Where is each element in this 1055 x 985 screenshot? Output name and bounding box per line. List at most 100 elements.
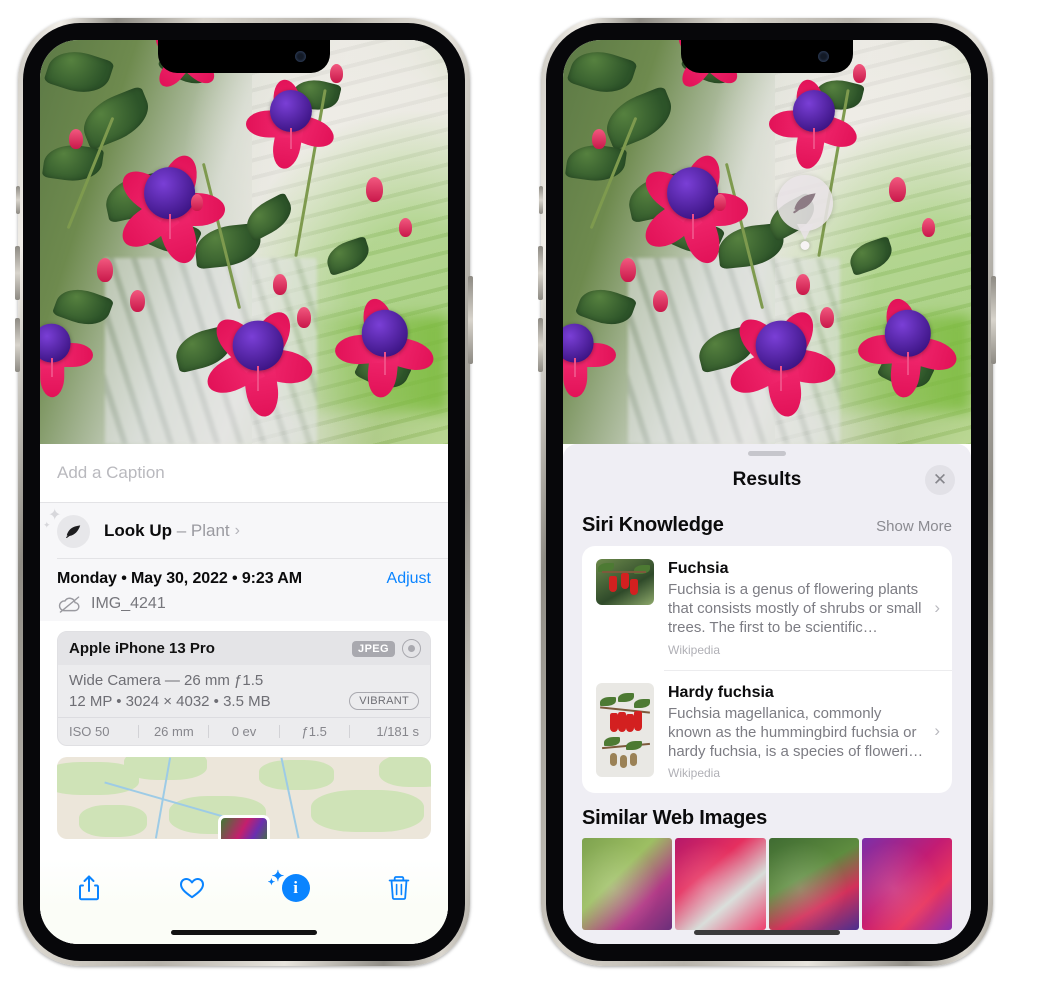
web-image-thumbnail[interactable] xyxy=(861,838,952,931)
look-up-row[interactable]: ✦ ✦ Look Up – Plant › xyxy=(40,503,448,559)
divider xyxy=(57,558,448,559)
location-map[interactable] xyxy=(57,757,431,839)
photo-bud xyxy=(713,193,726,211)
right-iphone-device: Results ✕ Siri Knowledge Show More Fuchs… xyxy=(538,18,996,966)
web-image-thumbnail[interactable] xyxy=(675,838,766,931)
similar-web-images-strip xyxy=(563,838,971,931)
look-up-subject: Plant xyxy=(190,521,230,540)
look-up-title: Look Up xyxy=(104,521,172,540)
results-sheet: Results ✕ Siri Knowledge Show More Fuchs… xyxy=(563,444,971,944)
photo-fuchsia-plant[interactable] xyxy=(563,40,971,444)
knowledge-source: Wikipedia xyxy=(668,642,721,657)
info-button[interactable]: ✦ ✦ i xyxy=(268,868,319,908)
adjust-button[interactable]: Adjust xyxy=(387,570,431,588)
photo-bud xyxy=(620,258,637,283)
knowledge-row[interactable]: Hardy fuchsia Fuchsia magellanica, commo… xyxy=(582,669,952,794)
caption-input[interactable]: Add a Caption xyxy=(40,444,448,502)
front-camera-icon xyxy=(818,51,829,62)
show-more-button[interactable]: Show More xyxy=(876,518,952,535)
left-screen: Add a Caption ✦ ✦ Look Up – Plant › Mond… xyxy=(40,40,448,944)
photo-bud xyxy=(97,258,114,283)
photo-bud xyxy=(366,177,384,203)
photo-filename: IMG_4241 xyxy=(91,595,166,612)
left-iphone-device: Add a Caption ✦ ✦ Look Up – Plant › Mond… xyxy=(15,18,473,966)
photo-bud xyxy=(68,128,83,149)
photo-bud xyxy=(190,193,203,211)
photo-fuchsia-plant[interactable] xyxy=(40,40,448,444)
volume-up-button[interactable] xyxy=(538,246,543,300)
photo-bud xyxy=(272,274,287,296)
silent-switch[interactable] xyxy=(539,186,543,214)
siri-knowledge-card: Fuchsia Fuchsia is a genus of flowering … xyxy=(582,546,952,794)
knowledge-title: Hardy fuchsia xyxy=(668,683,774,701)
info-sparkle-icon: ✦ ✦ i xyxy=(268,869,310,902)
exif-shutter: 1/181 s xyxy=(376,724,420,739)
notch xyxy=(158,40,330,73)
vibrant-badge: VIBRANT xyxy=(349,692,419,710)
pin-anchor-dot xyxy=(800,241,810,250)
power-button[interactable] xyxy=(991,276,996,364)
home-indicator[interactable] xyxy=(694,930,840,935)
photo-bud xyxy=(852,64,866,84)
photo-info-sheet: Add a Caption ✦ ✦ Look Up – Plant › Mond… xyxy=(40,444,448,944)
results-title: Results xyxy=(732,469,802,490)
photo-bud xyxy=(329,64,343,84)
photo-flower xyxy=(768,72,862,172)
exif-aperture: ƒ1.5 xyxy=(301,724,327,739)
close-icon[interactable]: ✕ xyxy=(925,465,955,495)
favorite-button[interactable] xyxy=(169,868,215,908)
photo-date: Monday • May 30, 2022 • 9:23 AM xyxy=(57,570,302,587)
right-screen: Results ✕ Siri Knowledge Show More Fuchs… xyxy=(563,40,971,944)
photo-flower xyxy=(334,290,437,400)
exif-card[interactable]: Apple iPhone 13 Pro JPEG Wide Camera — 2… xyxy=(57,631,431,746)
chevron-right-icon: › xyxy=(934,721,940,741)
web-image-thumbnail[interactable] xyxy=(768,838,859,931)
photo-bud xyxy=(889,177,907,203)
sparkle-icon: ✦ xyxy=(267,877,276,887)
pin-tail xyxy=(797,224,813,240)
photo-bud xyxy=(652,290,668,313)
siri-knowledge-header: Siri Knowledge Show More xyxy=(563,504,971,546)
photo-bud xyxy=(297,306,312,328)
photo-bud xyxy=(591,128,606,149)
notch xyxy=(681,40,853,73)
map-photo-pin xyxy=(218,815,270,839)
info-glyph: i xyxy=(293,878,299,897)
camera-device-name: Apple iPhone 13 Pro xyxy=(69,640,215,657)
section-title-similar-web-images: Similar Web Images xyxy=(582,807,767,830)
knowledge-source: Wikipedia xyxy=(668,766,721,781)
chevron-right-icon: › xyxy=(934,597,940,617)
power-button[interactable] xyxy=(468,276,473,364)
share-button[interactable] xyxy=(66,868,112,908)
volume-up-button[interactable] xyxy=(15,246,20,300)
exif-stats-row: ISO 50 26 mm 0 ev ƒ1.5 1/181 s xyxy=(58,717,430,745)
knowledge-text: Hardy fuchsia Fuchsia magellanica, commo… xyxy=(668,683,932,781)
knowledge-title: Fuchsia xyxy=(668,560,729,577)
leaf-icon xyxy=(777,175,833,231)
look-up-label: Look Up – Plant xyxy=(104,521,230,541)
photo-flower xyxy=(114,145,226,268)
section-title-siri-knowledge: Siri Knowledge xyxy=(582,514,724,536)
knowledge-thumbnail xyxy=(596,682,654,777)
photo-bud xyxy=(795,274,810,296)
chevron-right-icon: › xyxy=(234,522,240,539)
silent-switch[interactable] xyxy=(16,186,20,214)
sparkle-icon: ✦ xyxy=(43,519,51,530)
exif-ev: 0 ev xyxy=(231,724,257,739)
photo-bud xyxy=(922,217,936,237)
delete-button[interactable] xyxy=(376,868,422,908)
knowledge-row[interactable]: Fuchsia Fuchsia is a genus of flowering … xyxy=(582,546,952,670)
results-header: Results ✕ xyxy=(563,456,971,504)
web-image-thumbnail[interactable] xyxy=(582,838,673,931)
knowledge-description: Fuchsia magellanica, commonly known as t… xyxy=(668,704,924,760)
volume-down-button[interactable] xyxy=(15,318,20,372)
home-indicator[interactable] xyxy=(171,930,317,935)
photo-bud xyxy=(399,217,413,237)
volume-down-button[interactable] xyxy=(538,318,543,372)
knowledge-thumbnail xyxy=(596,559,654,605)
knowledge-text: Fuchsia Fuchsia is a genus of flowering … xyxy=(668,559,932,657)
cloud-slash-icon xyxy=(57,595,82,613)
file-format-badge: JPEG xyxy=(352,640,395,657)
photo-flower xyxy=(202,299,315,418)
visual-lookup-pin[interactable] xyxy=(777,175,833,250)
